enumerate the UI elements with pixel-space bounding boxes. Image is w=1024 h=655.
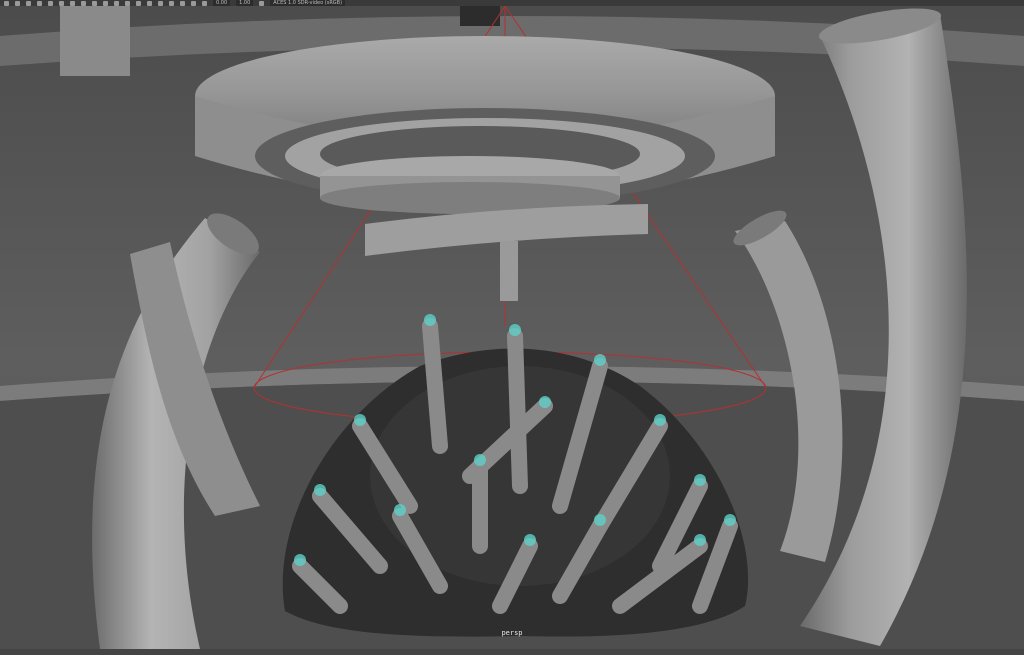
camera-name-label: persp — [501, 629, 523, 637]
status-bar — [0, 649, 1024, 655]
wireframe-icon[interactable] — [81, 0, 86, 6]
resolution-gate-icon[interactable] — [70, 0, 75, 6]
smooth-shade-icon[interactable] — [92, 0, 97, 6]
shadows-icon[interactable] — [125, 0, 130, 6]
anti-aliasing-icon[interactable] — [158, 0, 163, 6]
select-camera-icon[interactable] — [4, 0, 9, 6]
camera-attributes-icon[interactable] — [15, 0, 20, 6]
xray-components-icon[interactable] — [202, 0, 207, 6]
scene-render — [0, 6, 1024, 649]
xray-joints-icon[interactable] — [191, 0, 196, 6]
image-plane-icon[interactable] — [37, 0, 42, 6]
textured-icon[interactable] — [103, 0, 108, 6]
ceiling-block-left — [60, 6, 130, 76]
bookmark-icon[interactable] — [26, 0, 31, 6]
perspective-viewport[interactable]: persp — [0, 6, 1024, 649]
isolate-select-icon[interactable] — [169, 0, 174, 6]
ambient-occlusion-icon[interactable] — [136, 0, 141, 6]
xray-icon[interactable] — [180, 0, 185, 6]
motion-blur-icon[interactable] — [147, 0, 152, 6]
grid-icon[interactable] — [48, 0, 53, 6]
color-management-icon[interactable] — [259, 0, 265, 6]
film-gate-icon[interactable] — [59, 0, 64, 6]
lights-icon[interactable] — [114, 0, 119, 6]
